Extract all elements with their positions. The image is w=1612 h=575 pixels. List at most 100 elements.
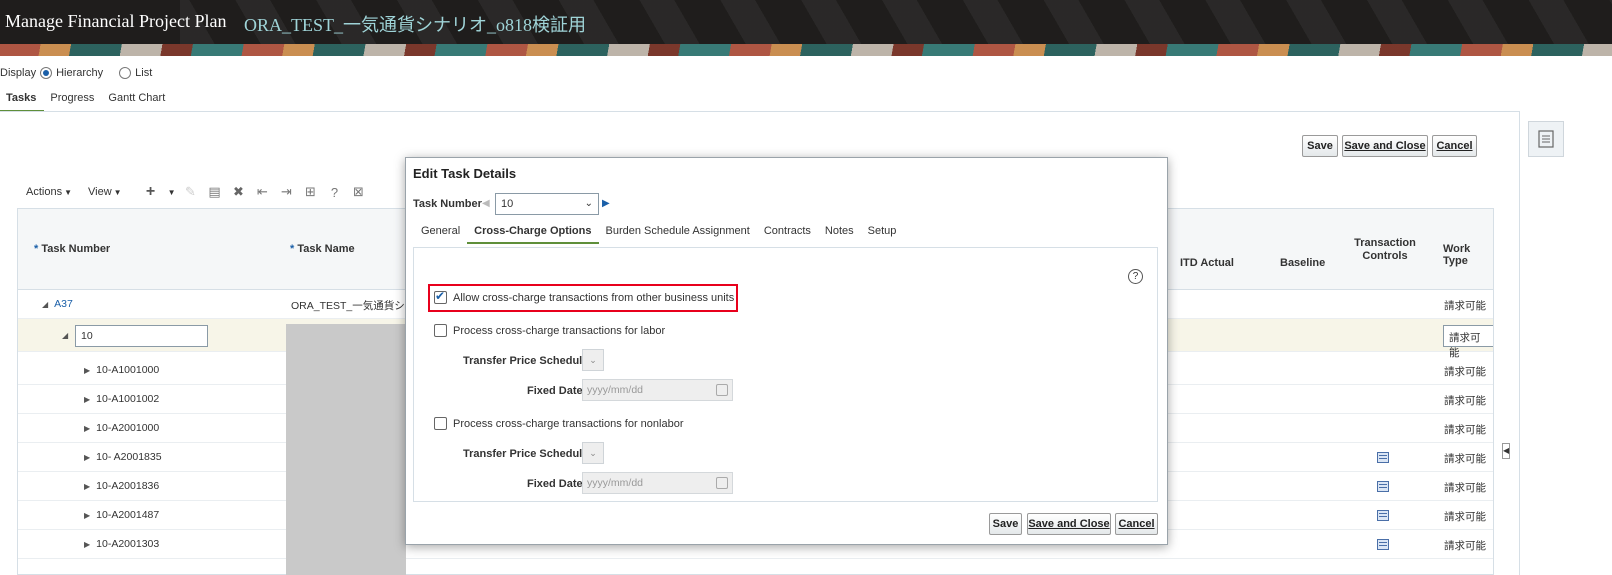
task-number-link[interactable]: A37 xyxy=(54,298,73,310)
tab-setup[interactable]: Setup xyxy=(861,222,904,244)
task-number-cell[interactable]: ◢ A37 xyxy=(42,298,73,310)
collapsed-triangle-icon[interactable]: ▶ xyxy=(84,453,90,462)
tab-contracts[interactable]: Contracts xyxy=(757,222,818,244)
transaction-controls-icon[interactable] xyxy=(1377,481,1389,492)
collapsed-triangle-icon[interactable]: ▶ xyxy=(84,511,90,520)
column-transaction-controls[interactable]: Transaction Controls xyxy=(1352,237,1418,263)
next-task-icon[interactable]: ▶ xyxy=(602,198,610,209)
collapsed-triangle-icon[interactable]: ▶ xyxy=(84,540,90,549)
task-number-cell[interactable]: ▶ 10-A2001836 xyxy=(84,480,159,492)
allow-cross-charge-label[interactable]: Allow cross-charge transactions from oth… xyxy=(453,292,734,304)
edit-icon[interactable]: ✎ xyxy=(182,184,200,200)
indent-icon[interactable]: ⇥ xyxy=(278,184,296,200)
dialog-cancel-label: Cancel xyxy=(1118,518,1155,530)
transaction-controls-header-line1: Transaction xyxy=(1354,237,1416,249)
tab-general[interactable]: General xyxy=(414,222,467,244)
column-baseline[interactable]: Baseline xyxy=(1280,257,1325,269)
expanded-triangle-icon[interactable]: ◢ xyxy=(62,329,74,341)
task-name-cell: ORA_TEST_一気通貨シナ xyxy=(291,300,416,312)
actions-menu[interactable]: Actions ▼ xyxy=(26,186,72,198)
export-icon[interactable]: ⊠ xyxy=(350,184,368,200)
transaction-controls-header-line2: Controls xyxy=(1362,250,1408,262)
labor-transfer-price-schedule-select[interactable]: ⌄ xyxy=(582,349,604,371)
hierarchy-radio[interactable] xyxy=(40,67,53,79)
labor-fixed-date-input[interactable]: yyyy/mm/dd xyxy=(582,379,733,401)
column-itd-actual[interactable]: ITD Actual xyxy=(1180,257,1234,269)
tab-burden-schedule-assignment[interactable]: Burden Schedule Assignment xyxy=(599,222,757,244)
save-button-label: Save xyxy=(1307,140,1333,152)
side-panel-tab[interactable] xyxy=(1528,121,1564,157)
column-work-type[interactable]: Work Type xyxy=(1443,243,1493,267)
task-number-cell[interactable]: ▶ 10-A1001002 xyxy=(84,393,159,405)
task-number-cell[interactable]: ▶ 10-A2001000 xyxy=(84,422,159,434)
work-type-cell: 請求可能 xyxy=(1444,300,1486,312)
nonlabor-transfer-price-schedule-label: Transfer Price Schedule xyxy=(463,448,589,460)
task-number-cell[interactable]: ▶ 10-A2001487 xyxy=(84,509,159,521)
calendar-icon[interactable] xyxy=(716,384,728,396)
nonlabor-transfer-price-schedule-select[interactable]: ⌄ xyxy=(582,442,604,464)
task-number-text: 10-A1001000 xyxy=(96,364,160,376)
duplicate-icon[interactable]: ▤ xyxy=(206,184,224,200)
add-icon[interactable]: + xyxy=(142,183,160,200)
add-menu-chevron-icon[interactable]: ▼ xyxy=(168,188,176,197)
collapsed-triangle-icon[interactable]: ▶ xyxy=(84,366,90,375)
actions-menu-label: Actions xyxy=(26,186,63,198)
collapsed-triangle-icon[interactable]: ▶ xyxy=(84,395,90,404)
tab-cross-charge-options[interactable]: Cross-Charge Options xyxy=(467,222,599,244)
dialog-save-and-close-button[interactable]: Save and Close xyxy=(1027,513,1111,535)
main-tabs: Tasks Progress Gantt Chart xyxy=(0,90,173,112)
save-button[interactable]: Save xyxy=(1302,135,1338,157)
collapsed-triangle-icon[interactable]: ▶ xyxy=(84,424,90,433)
task-number-cell[interactable]: ▶ 10- A2001835 xyxy=(84,451,162,463)
task-number-cell[interactable]: ▶ 10-A2001303 xyxy=(84,538,159,550)
expanded-triangle-icon[interactable]: ◢ xyxy=(42,300,48,309)
task-number-select[interactable]: 10 ⌄ xyxy=(495,193,599,215)
process-nonlabor-label[interactable]: Process cross-charge transactions for no… xyxy=(453,418,684,430)
nonlabor-fixed-date-placeholder: yyyy/mm/dd xyxy=(587,477,644,489)
column-task-number[interactable]: * Task Number xyxy=(34,243,110,255)
tab-notes[interactable]: Notes xyxy=(818,222,861,244)
hierarchy-radio-label[interactable]: Hierarchy xyxy=(56,67,103,79)
task-number-text: 10-A2001303 xyxy=(96,538,160,550)
tab-gantt-chart[interactable]: Gantt Chart xyxy=(102,90,173,112)
help-icon[interactable]: ? xyxy=(1128,269,1143,284)
cancel-button-label: Cancel xyxy=(1436,140,1473,152)
task-number-cell[interactable]: ▶ 10-A1001000 xyxy=(84,364,159,376)
display-label: Display xyxy=(0,67,37,79)
list-radio[interactable] xyxy=(119,67,132,79)
process-nonlabor-checkbox[interactable] xyxy=(434,417,447,430)
chevron-down-icon: ⌄ xyxy=(584,198,593,209)
page-title: Manage Financial Project Plan xyxy=(5,11,227,31)
collapsed-triangle-icon[interactable]: ▶ xyxy=(84,482,90,491)
column-task-name[interactable]: * Task Name xyxy=(290,243,355,255)
columns-icon[interactable]: ⊞ xyxy=(302,184,320,200)
dialog-cancel-button[interactable]: Cancel xyxy=(1115,513,1158,535)
outdent-icon[interactable]: ⇤ xyxy=(254,184,272,200)
chevron-down-icon: ▼ xyxy=(113,188,122,197)
list-radio-label[interactable]: List xyxy=(135,67,152,79)
work-type-input[interactable]: 請求可能 xyxy=(1443,325,1493,359)
tab-progress[interactable]: Progress xyxy=(44,90,102,112)
view-menu[interactable]: View ▼ xyxy=(88,186,122,198)
process-labor-label[interactable]: Process cross-charge transactions for la… xyxy=(453,325,665,337)
tab-tasks[interactable]: Tasks xyxy=(0,90,45,112)
collapse-panel-icon[interactable]: ◀ xyxy=(1502,443,1510,459)
transaction-controls-icon[interactable] xyxy=(1377,452,1389,463)
delete-icon[interactable]: ✖ xyxy=(230,184,248,200)
task-number-label: Task Number xyxy=(413,198,482,210)
previous-task-icon[interactable]: ◀ xyxy=(482,198,490,209)
cancel-button[interactable]: Cancel xyxy=(1432,135,1477,157)
nonlabor-fixed-date-input[interactable]: yyyy/mm/dd xyxy=(582,472,733,494)
task-number-input[interactable]: 10 xyxy=(75,325,208,347)
work-type-cell: 請求可能 xyxy=(1444,482,1486,494)
transaction-controls-icon[interactable] xyxy=(1377,539,1389,550)
process-labor-checkbox[interactable] xyxy=(434,324,447,337)
save-and-close-button[interactable]: Save and Close xyxy=(1342,135,1428,157)
transaction-controls-icon[interactable] xyxy=(1377,510,1389,521)
allow-cross-charge-checkbox[interactable] xyxy=(434,289,447,304)
task-number-text: 10- A2001835 xyxy=(96,451,162,463)
calendar-icon[interactable] xyxy=(716,477,728,489)
edit-task-details-dialog: Edit Task Details Task Number ◀ 10 ⌄ ▶ G… xyxy=(405,157,1168,545)
dialog-save-button[interactable]: Save xyxy=(989,513,1022,535)
help-icon[interactable]: ? xyxy=(326,184,344,200)
